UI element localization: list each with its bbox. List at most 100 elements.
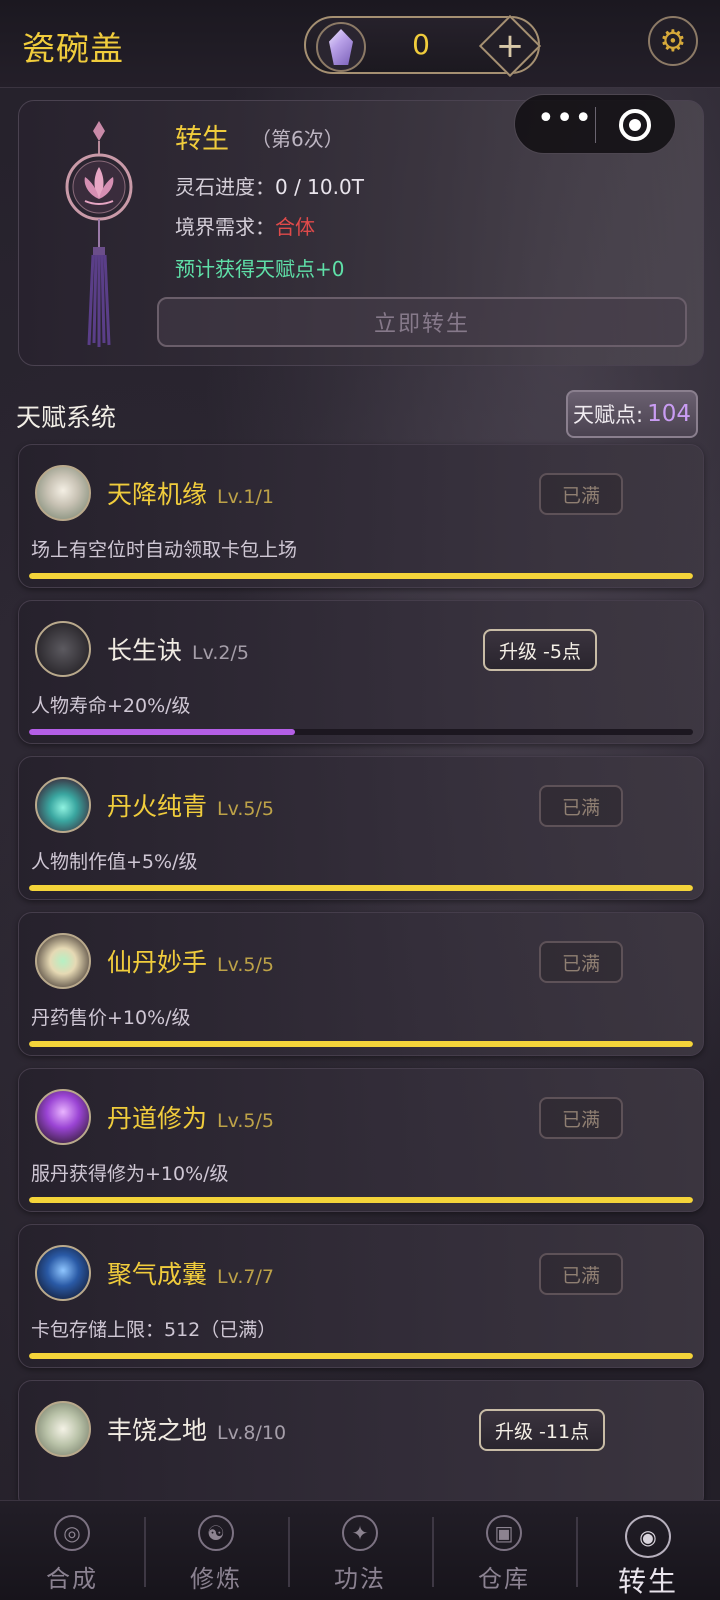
- nav-label: 修炼: [190, 1565, 242, 1593]
- sprout-orb-icon: [35, 465, 91, 521]
- emblem-icon: ✦: [342, 1515, 378, 1551]
- talent-card: 丰饶之地 Lv.8/10 升级 -11点: [18, 1380, 704, 1510]
- lotus-pendant-icon: [65, 121, 133, 347]
- nav-item-4[interactable]: ◉ 转生: [576, 1501, 720, 1600]
- nav-item-1[interactable]: ☯ 修炼: [144, 1501, 288, 1600]
- expected-talent-gain: 预计获得天赋点+0: [175, 257, 345, 281]
- realm-requirement-value: 合体: [275, 215, 315, 239]
- nav-item-2[interactable]: ✦ 功法: [288, 1501, 432, 1600]
- capsule-divider: [595, 107, 596, 143]
- nav-label: 仓库: [478, 1565, 530, 1593]
- vortex-icon: ◉: [625, 1515, 671, 1558]
- talent-name: 仙丹妙手 Lv.5/5: [107, 943, 274, 979]
- talent-name: 丹火纯青 Lv.5/5: [107, 787, 274, 823]
- talent-name: 丰饶之地 Lv.8/10: [107, 1411, 286, 1447]
- talent-progress-fill: [29, 1197, 693, 1203]
- talent-progress-bar: [29, 885, 693, 891]
- nav-label: 转生: [617, 1565, 678, 1598]
- talent-name-text: 丰饶之地: [107, 1416, 208, 1445]
- talent-name: 长生诀 Lv.2/5: [107, 631, 249, 667]
- bottom-nav: ◎ 合成 ☯ 修炼 ✦ 功法 ▣ 仓库 ◉ 转生: [0, 1500, 720, 1600]
- talent-card: 长生诀 Lv.2/5 升级 -5点人物寿命+20%/级: [18, 600, 704, 744]
- meditation-icon: ☯: [198, 1515, 234, 1551]
- nav-item-3[interactable]: ▣ 仓库: [432, 1501, 576, 1600]
- stone-progress: 灵石进度：0 / 10.0T: [175, 171, 364, 200]
- talent-name-text: 长生诀: [107, 636, 183, 665]
- close-target-icon[interactable]: [619, 109, 651, 141]
- talent-name-text: 天降机缘: [107, 480, 208, 509]
- talent-points-badge: 天赋点: 104: [566, 390, 698, 438]
- talent-progress-bar: [29, 729, 693, 735]
- talent-progress-fill: [29, 573, 693, 579]
- talent-description: 人物寿命+20%/级: [31, 695, 191, 717]
- talent-level: Lv.2/5: [192, 642, 249, 664]
- talent-points-value: 104: [647, 401, 691, 427]
- mini-program-capsule: •••: [514, 94, 676, 154]
- talent-name-text: 聚气成囊: [107, 1260, 208, 1289]
- talent-description: 场上有空位时自动领取卡包上场: [31, 539, 298, 561]
- talent-progress-fill: [29, 1353, 693, 1359]
- talent-card: 仙丹妙手 Lv.5/5 已满丹药售价+10%/级: [18, 912, 704, 1056]
- talent-card: 丹道修为 Lv.5/5 已满服丹获得修为+10%/级: [18, 1068, 704, 1212]
- stone-progress-value: 0 / 10.0T: [275, 175, 364, 199]
- top-bar: 瓷碗盖 0 + ⚙: [0, 0, 720, 88]
- rebirth-title: 转生: [175, 124, 229, 155]
- realm-requirement: 境界需求：合体: [175, 211, 315, 240]
- talent-progress-fill: [29, 729, 295, 735]
- stone-progress-label: 灵石进度：: [175, 175, 275, 199]
- talent-name-text: 丹道修为: [107, 1104, 208, 1133]
- nav-label: 合成: [46, 1565, 98, 1593]
- scroll-orb-icon: [35, 621, 91, 677]
- pouch-orb-icon: [35, 1245, 91, 1301]
- talent-progress-bar: [29, 1353, 693, 1359]
- swirl-icon: ◎: [54, 1515, 90, 1551]
- flame-orb-icon: [35, 777, 91, 833]
- talent-name: 丹道修为 Lv.5/5: [107, 1099, 274, 1135]
- more-options-icon[interactable]: •••: [537, 104, 593, 139]
- purple-flame-orb-icon: [35, 1089, 91, 1145]
- talent-name: 天降机缘 Lv.1/1: [107, 475, 274, 511]
- talent-level: Lv.5/5: [217, 954, 274, 976]
- rebirth-now-button[interactable]: 立即转生: [157, 297, 687, 347]
- realm-requirement-label: 境界需求：: [175, 215, 275, 239]
- maxed-button[interactable]: 已满: [539, 941, 623, 983]
- upgrade-button[interactable]: 升级 -5点: [483, 629, 597, 671]
- plus-icon: +: [495, 26, 525, 66]
- talent-name: 聚气成囊 Lv.7/7: [107, 1255, 274, 1291]
- talent-level: Lv.5/5: [217, 798, 274, 820]
- talent-level: Lv.5/5: [217, 1110, 274, 1132]
- talent-progress-fill: [29, 885, 693, 891]
- rebirth-count: （第6次）: [251, 127, 344, 151]
- nav-item-0[interactable]: ◎ 合成: [0, 1501, 144, 1600]
- talent-level: Lv.8/10: [217, 1422, 287, 1444]
- app-title: 瓷碗盖: [22, 29, 124, 68]
- upgrade-button[interactable]: 升级 -11点: [479, 1409, 606, 1451]
- talent-card: 丹火纯青 Lv.5/5 已满人物制作值+5%/级: [18, 756, 704, 900]
- talent-level: Lv.7/7: [217, 1266, 274, 1288]
- maxed-button[interactable]: 已满: [539, 1253, 623, 1295]
- currency-value: 0: [412, 28, 430, 61]
- talent-level: Lv.1/1: [217, 486, 274, 508]
- talent-system-title: 天赋系统: [16, 403, 117, 432]
- talent-description: 卡包存储上限：512（已满）: [31, 1319, 277, 1341]
- currency-display: 0 +: [304, 14, 542, 78]
- spirit-stone-icon: [316, 22, 366, 72]
- talent-description: 人物制作值+5%/级: [31, 851, 198, 873]
- talent-description: 丹药售价+10%/级: [31, 1007, 191, 1029]
- talent-progress-bar: [29, 1041, 693, 1047]
- maxed-button[interactable]: 已满: [539, 785, 623, 827]
- nav-label: 功法: [334, 1565, 386, 1593]
- settings-gear-icon[interactable]: ⚙: [648, 16, 698, 66]
- talent-progress-fill: [29, 1041, 693, 1047]
- chest-icon: ▣: [486, 1515, 522, 1551]
- talent-progress-bar: [29, 1197, 693, 1203]
- talent-points-label: 天赋点:: [573, 403, 644, 427]
- maxed-button[interactable]: 已满: [539, 473, 623, 515]
- heart-orb-icon: [35, 933, 91, 989]
- talent-description: 服丹获得修为+10%/级: [31, 1163, 229, 1185]
- talent-name-text: 丹火纯青: [107, 792, 208, 821]
- maxed-button[interactable]: 已满: [539, 1097, 623, 1139]
- add-currency-button[interactable]: +: [478, 14, 542, 78]
- talent-name-text: 仙丹妙手: [107, 948, 208, 977]
- landscape-orb-icon: [35, 1401, 91, 1457]
